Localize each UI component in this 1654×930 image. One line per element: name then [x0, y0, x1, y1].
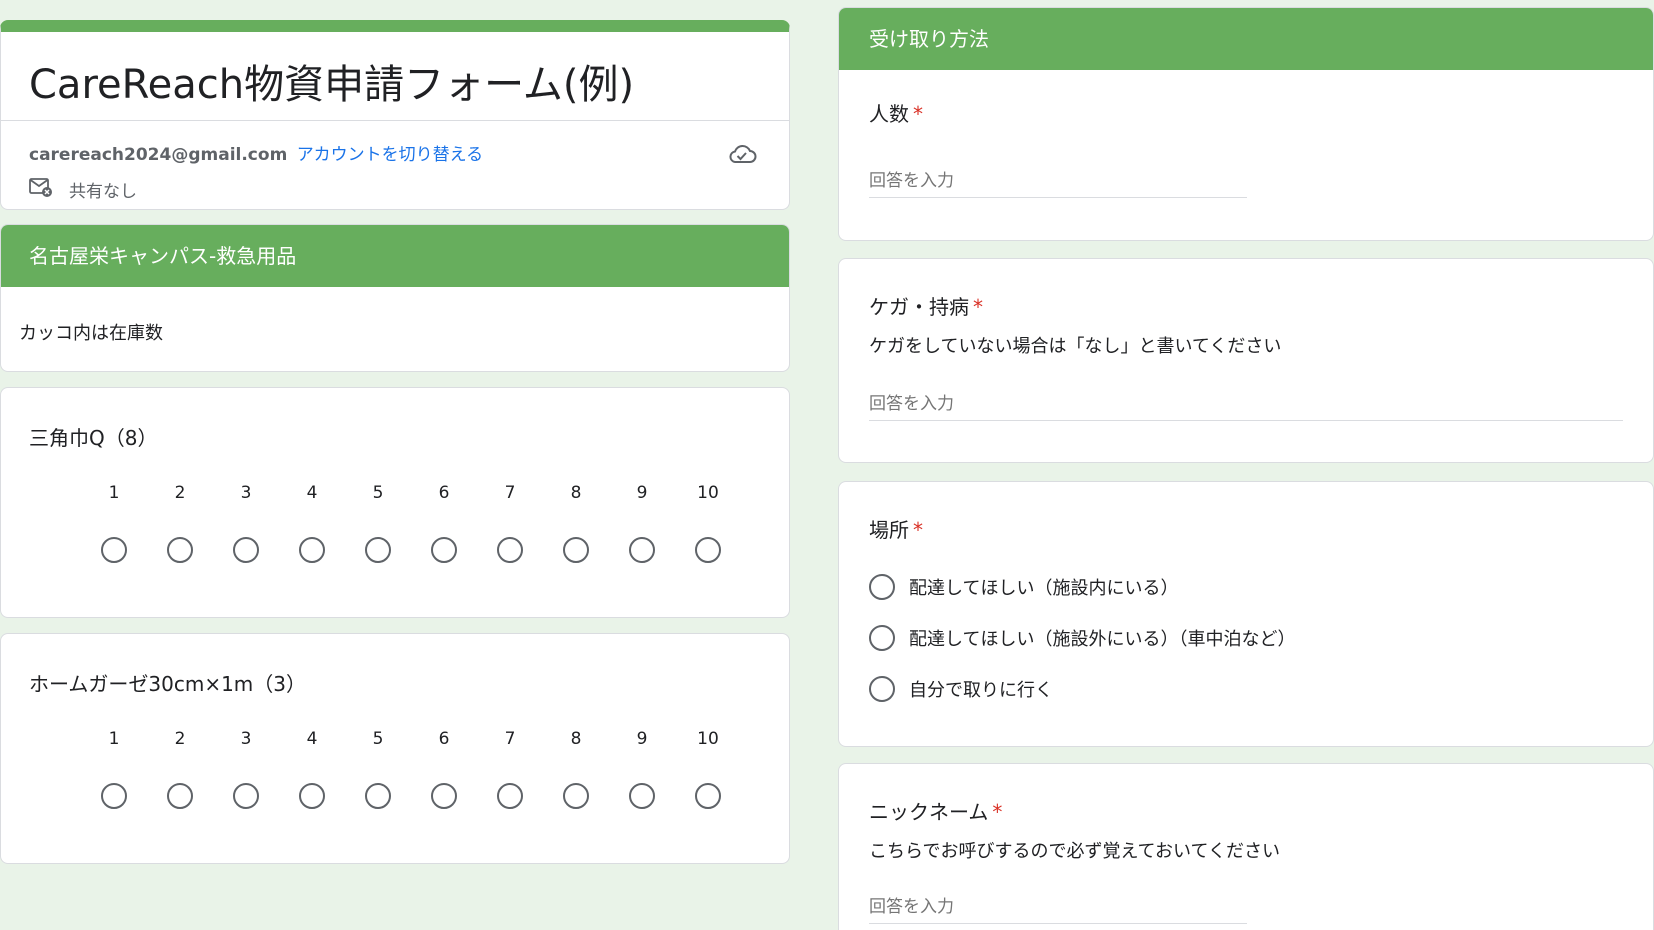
radio-button[interactable]: [869, 676, 895, 702]
scale-radio-5[interactable]: [365, 537, 391, 563]
question-header: ケガ・持病 * ケガをしていない場合は「なし」と書いてください: [869, 291, 1623, 358]
right-column: 受け取り方法 人数* ケガ・持病* ケガをしていない場合は「なし」と書いてくださ…: [838, 0, 1654, 930]
question-card-nickname: ニックネーム * こちらでお呼びするので必ず覚えておいてください: [838, 763, 1654, 930]
form-title: CareReach物資申請フォーム(例): [29, 62, 635, 108]
scale-radio-9[interactable]: [629, 537, 655, 563]
radio-button[interactable]: [869, 625, 895, 651]
scale-radio-6[interactable]: [431, 783, 457, 809]
scale-radio-10[interactable]: [695, 537, 721, 563]
option-label: 配達してほしい（施設内にいる）: [909, 578, 1179, 599]
option-label: 自分で取りに行く: [909, 680, 1053, 701]
form-header-card: CareReach物資申請フォーム(例) carereach2024@gmail…: [0, 20, 790, 210]
question-title-injury: ケガ・持病 *: [869, 291, 1623, 320]
scale-label: 5: [372, 483, 384, 503]
scale-radio-4[interactable]: [299, 783, 325, 809]
scale-radio-2[interactable]: [167, 783, 193, 809]
required-mark: *: [973, 295, 983, 319]
cloud-check-icon[interactable]: [727, 142, 757, 170]
required-mark: *: [913, 518, 923, 542]
question-title-text: 人数: [869, 102, 909, 126]
section-title-pickup: 受け取り方法: [839, 8, 1653, 70]
scale-label: 6: [438, 729, 450, 749]
scale-label: 9: [636, 483, 648, 503]
scale-radio-7[interactable]: [497, 783, 523, 809]
share-status-row: 共有なし: [29, 176, 137, 203]
question-card-injury: ケガ・持病 * ケガをしていない場合は「なし」と書いてください: [838, 258, 1654, 463]
scale-radio-1[interactable]: [101, 783, 127, 809]
scale-label: 1: [108, 483, 120, 503]
scale-label: 4: [306, 729, 318, 749]
question-card-scale-1: 三角巾Q（8） 1 2 3 4 5 6 7 8 9 10: [0, 387, 790, 618]
left-column: CareReach物資申請フォーム(例) carereach2024@gmail…: [0, 0, 836, 930]
header-divider: [1, 120, 789, 121]
scale-label: 3: [240, 729, 252, 749]
scale-label: 6: [438, 483, 450, 503]
section-card-emergency: 名古屋栄キャンパス-救急用品 カッコ内は在庫数: [0, 224, 790, 372]
scale-label: 8: [570, 729, 582, 749]
question-subtitle: こちらでお呼びするので必ず覚えておいてください: [869, 841, 1280, 862]
question-title-people: 人数 *: [869, 98, 923, 127]
scale-radio-6[interactable]: [431, 537, 457, 563]
scale-radio-9[interactable]: [629, 783, 655, 809]
scale-label: 2: [174, 729, 186, 749]
question-title-nickname: ニックネーム *: [869, 796, 1623, 825]
scale-label: 8: [570, 483, 582, 503]
nickname-answer-input[interactable]: [869, 897, 1247, 924]
scale-label: 2: [174, 483, 186, 503]
question-card-place: 場所 * 配達してほしい（施設内にいる） 配達してほしい（施設外にいる）（車中泊な…: [838, 481, 1654, 747]
scale-labels: 1 2 3 4 5 6 7 8 9 10: [81, 729, 761, 749]
question-title: ホームガーゼ30cm×1m（3）: [29, 672, 307, 696]
linear-scale: 1 2 3 4 5 6 7 8 9 10: [81, 729, 761, 809]
question-card-people: 受け取り方法 人数 *: [838, 7, 1654, 241]
scale-radio-4[interactable]: [299, 537, 325, 563]
question-card-scale-2: ホームガーゼ30cm×1m（3） 1 2 3 4 5 6 7 8 9 10: [0, 633, 790, 864]
scale-radio-10[interactable]: [695, 783, 721, 809]
radio-button[interactable]: [869, 574, 895, 600]
scale-label: 5: [372, 729, 384, 749]
scale-label: 1: [108, 729, 120, 749]
people-answer-input[interactable]: [869, 171, 1247, 198]
account-email: carereach2024@gmail.com: [29, 145, 288, 165]
scale-label: 10: [697, 729, 719, 749]
scale-radio-5[interactable]: [365, 783, 391, 809]
required-mark: *: [992, 800, 1003, 824]
scale-radio-3[interactable]: [233, 537, 259, 563]
scale-label: 4: [306, 483, 318, 503]
scale-radio-8[interactable]: [563, 783, 589, 809]
scale-label: 9: [636, 729, 648, 749]
share-status: 共有なし: [69, 182, 137, 202]
question-title-text: ニックネーム: [869, 800, 989, 824]
place-option-3[interactable]: 自分で取りに行く: [869, 676, 1053, 702]
scale-label: 10: [697, 483, 719, 503]
scale-radio-2[interactable]: [167, 537, 193, 563]
scale-radio-8[interactable]: [563, 537, 589, 563]
question-title-text: 場所: [869, 518, 909, 542]
injury-answer-input[interactable]: [869, 394, 1623, 421]
question-header: ニックネーム * こちらでお呼びするので必ず覚えておいてください: [869, 796, 1623, 863]
question-title-text: ケガ・持病: [869, 295, 969, 319]
switch-account-link[interactable]: アカウントを切り替える: [297, 145, 484, 165]
scale-label: 7: [504, 729, 516, 749]
question-subtitle: ケガをしていない場合は「なし」と書いてください: [869, 336, 1282, 357]
scale-labels: 1 2 3 4 5 6 7 8 9 10: [81, 483, 761, 503]
mail-off-icon: [29, 176, 53, 203]
scale-radios: [81, 783, 761, 809]
question-title: 三角巾Q（8）: [29, 426, 158, 450]
scale-radio-3[interactable]: [233, 783, 259, 809]
section-title: 名古屋栄キャンパス-救急用品: [1, 225, 789, 287]
scale-radios: [81, 537, 761, 563]
scale-label: 3: [240, 483, 252, 503]
section-description: カッコ内は在庫数: [19, 323, 163, 344]
linear-scale: 1 2 3 4 5 6 7 8 9 10: [81, 483, 761, 563]
scale-label: 7: [504, 483, 516, 503]
question-title-place: 場所 *: [869, 514, 923, 543]
account-row: carereach2024@gmail.com アカウントを切り替える: [29, 140, 483, 165]
scale-radio-1[interactable]: [101, 537, 127, 563]
required-mark: *: [913, 102, 923, 126]
place-option-2[interactable]: 配達してほしい（施設外にいる）（車中泊など）: [869, 625, 1295, 651]
place-option-1[interactable]: 配達してほしい（施設内にいる）: [869, 574, 1178, 600]
scale-radio-7[interactable]: [497, 537, 523, 563]
option-label: 配達してほしい（施設外にいる）（車中泊など）: [909, 629, 1296, 650]
